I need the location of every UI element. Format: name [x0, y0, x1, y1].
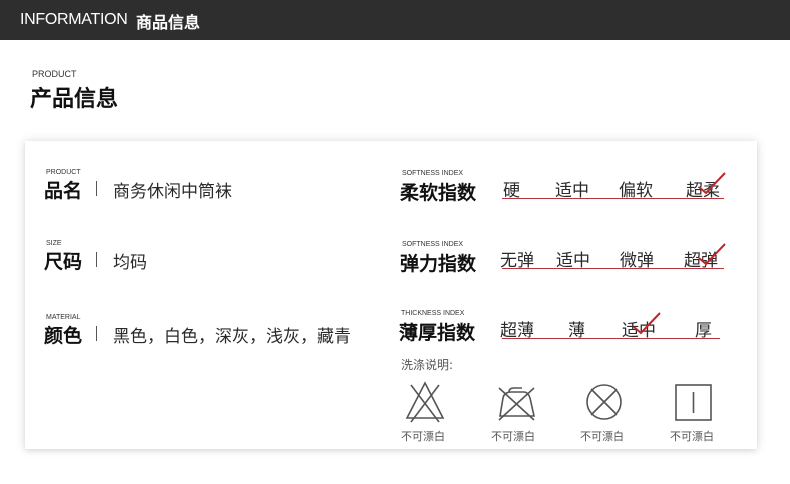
wash-item-text: 不可漂白: [491, 430, 535, 443]
wash-instructions-label: 洗涤说明:: [401, 358, 454, 372]
scale-option: 适中: [555, 181, 589, 201]
check-mark-icon: [698, 172, 726, 195]
scale-label-en-elasticity: SOFTNESS INDEX: [402, 241, 464, 248]
separator: [96, 181, 97, 196]
check-mark-icon: [633, 312, 661, 335]
banner-title-en: INFORMATION: [20, 11, 128, 28]
separator: [96, 326, 97, 341]
spec-value-color: 黑色，白色，深灰，浅灰，藏青: [113, 327, 351, 347]
spec-label-color: 颜色: [44, 325, 83, 347]
section-title-en: PRODUCT: [32, 69, 77, 79]
scale-line: [502, 338, 720, 339]
wash-item: 不可漂白: [665, 380, 725, 443]
top-banner: INFORMATION 商品信息: [0, 0, 790, 40]
scale-option: 薄: [568, 321, 585, 341]
line-dry-icon: [675, 384, 712, 421]
scale-option: 超薄: [500, 321, 534, 341]
spec-label-en-size: SIZE: [46, 240, 62, 247]
scale-label-en-thickness: THICKNESS INDEX: [401, 310, 465, 317]
separator: [96, 252, 97, 267]
spec-value-size: 均码: [113, 253, 147, 273]
wash-item-text: 不可漂白: [670, 430, 714, 443]
section-title: 产品信息: [30, 87, 119, 112]
spec-label-en-color: MATERIAL: [46, 314, 81, 321]
scale-label-elasticity: 弹力指数: [400, 253, 477, 275]
wash-item: 不可漂白: [486, 380, 546, 443]
scale-option: 偏软: [619, 181, 653, 201]
scale-label-softness: 柔软指数: [400, 182, 477, 204]
spec-label-name: 品名: [44, 180, 83, 202]
no-bleach-icon: [405, 381, 445, 423]
scale-option: 适中: [556, 251, 590, 271]
scale-option: 厚: [695, 321, 712, 341]
scale-option: 微弹: [620, 251, 654, 271]
spec-label-size: 尺码: [44, 251, 83, 273]
wash-item: 不可漂白: [396, 380, 456, 443]
check-mark-icon: [698, 243, 726, 266]
wash-item-text: 不可漂白: [580, 430, 624, 443]
scale-label-en-softness: SOFTNESS INDEX: [402, 170, 464, 177]
wash-item: 不可漂白: [575, 380, 635, 443]
scale-option: 硬: [503, 181, 520, 201]
no-iron-icon: [498, 387, 535, 421]
no-tumble-dry-icon: [586, 384, 622, 420]
wash-item-text: 不可漂白: [401, 430, 445, 443]
scale-label-thickness: 薄厚指数: [399, 322, 476, 344]
scale-option: 无弹: [500, 251, 534, 271]
spec-label-en-name: PRODUCT: [46, 169, 81, 176]
spec-value-name: 商务休闲中筒袜: [113, 182, 232, 202]
banner-title-zh: 商品信息: [136, 13, 201, 32]
